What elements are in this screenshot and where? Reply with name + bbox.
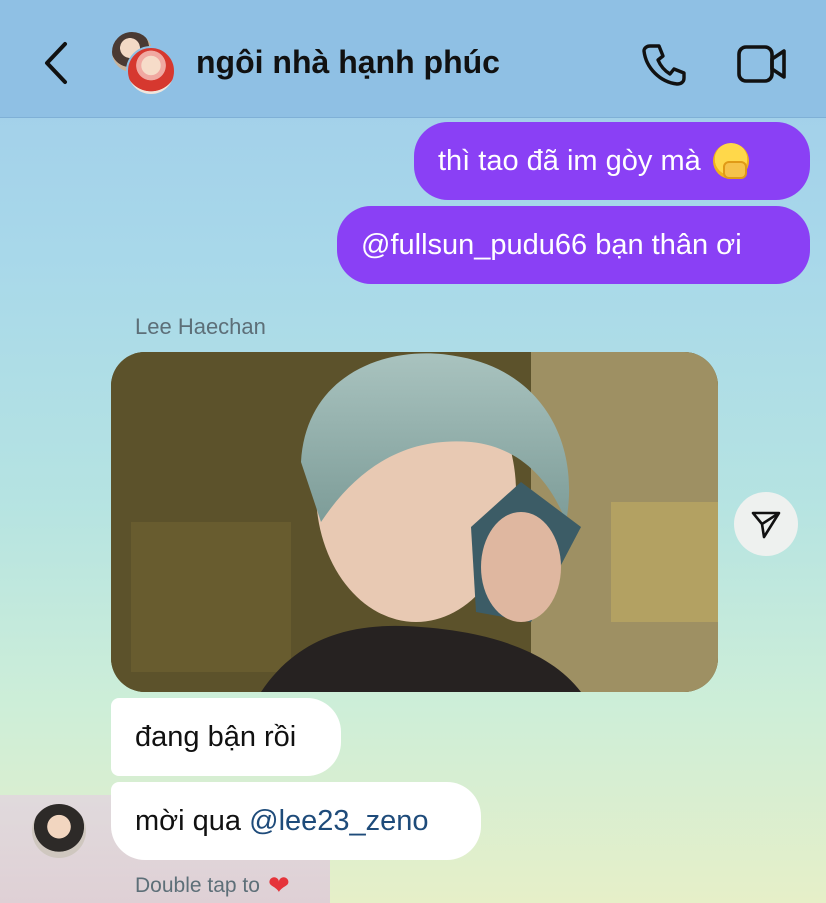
phone-icon [642,44,686,86]
chat-title[interactable]: ngôi nhà hạnh phúc [196,44,500,81]
avatar[interactable] [32,804,86,858]
mention-link[interactable]: @fullsun_pudu66 [361,229,587,262]
incoming-message[interactable]: đang bận rồi [111,698,341,776]
message-text: đang bận rồi [135,720,297,753]
double-tap-hint: Double tap to ❤ [135,870,290,901]
face-with-hand-over-mouth-icon [712,143,749,179]
video-camera-icon [737,45,786,83]
paper-plane-icon [751,511,781,539]
chevron-left-icon [45,42,67,84]
sender-name: Lee Haechan [135,314,266,339]
message-text: bạn thân ơi [587,228,742,261]
heart-icon: ❤ [267,870,290,900]
outgoing-message[interactable]: thì tao đã im gòy mà [414,122,810,200]
hint-text: Double tap to [135,873,260,897]
chat-header: ngôi nhà hạnh phúc [0,0,826,118]
photo-image [111,352,718,692]
message-text: mời qua [135,804,250,837]
call-button[interactable] [640,40,688,88]
back-button[interactable] [36,38,76,88]
message-text: thì tao đã im gòy mà [438,144,701,177]
share-button[interactable] [734,492,798,556]
outgoing-message[interactable]: @fullsun_pudu66 bạn thân ơi [337,206,810,284]
video-call-button[interactable] [736,40,788,88]
photo-message[interactable] [111,352,718,692]
member-avatar [126,46,176,96]
mention-link[interactable]: @lee23_zeno [249,805,428,838]
group-avatar[interactable] [110,30,180,96]
incoming-message[interactable]: mời qua @lee23_zeno [111,782,481,860]
